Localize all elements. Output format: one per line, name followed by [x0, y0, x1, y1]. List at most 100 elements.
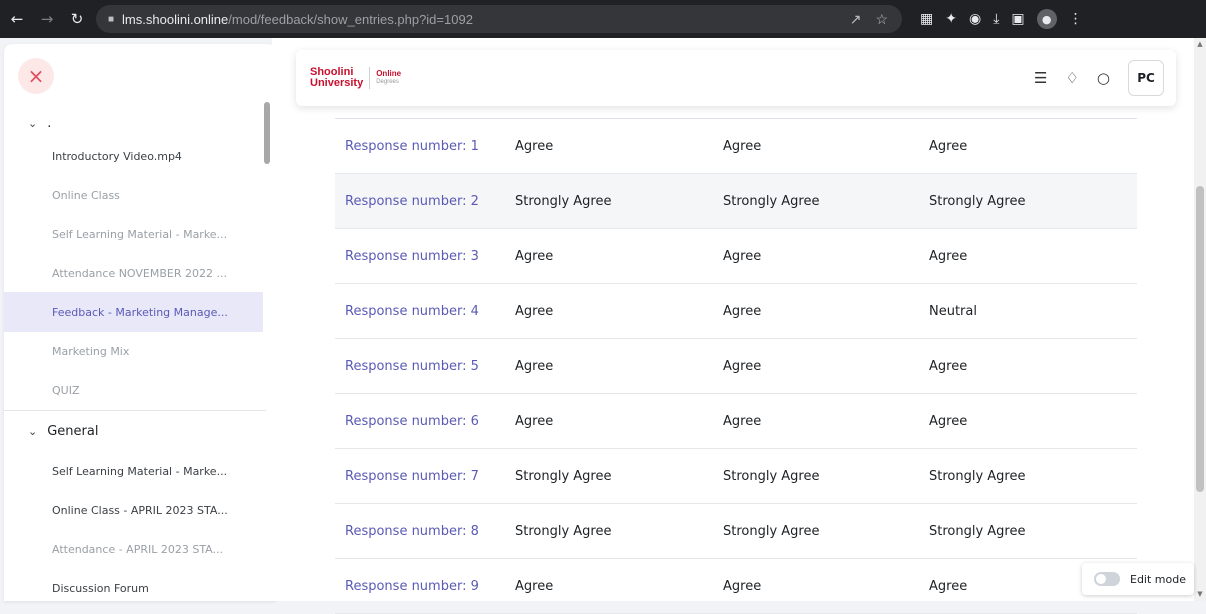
response-number-link[interactable]: Response number: 7: [335, 469, 515, 484]
response-answer-1: Strongly Agree: [515, 523, 612, 539]
edit-mode-toggle[interactable]: Edit mode: [1082, 563, 1194, 595]
response-answer-3: Agree: [929, 358, 968, 374]
site-logo[interactable]: Shoolini University Online Degrees: [310, 67, 401, 89]
drawer-item[interactable]: Introductory Video.mp4: [4, 136, 263, 176]
response-number-link[interactable]: Response number: 8: [335, 524, 515, 539]
response-answer-2: Agree: [723, 413, 762, 429]
response-answer-2: Strongly Agree: [723, 468, 820, 484]
response-answer-2: Strongly Agree: [723, 523, 820, 539]
response-answer-1: Agree: [515, 138, 554, 154]
drawer-item[interactable]: Marketing Mix: [4, 331, 263, 371]
top-navbar: Shoolini University Online Degrees ☰ ♢ ○…: [296, 50, 1176, 106]
chevron-down-icon: ⌄: [28, 117, 38, 130]
response-number-link[interactable]: Response number: 4: [335, 304, 515, 319]
section-title: .: [47, 116, 52, 131]
drawer-item[interactable]: Self Learning Material - Marke...: [4, 451, 263, 491]
table-row: Response number: 5 Agree Agree Agree: [335, 339, 1137, 394]
response-answer-1: Agree: [515, 303, 554, 319]
toggle-switch[interactable]: [1094, 572, 1120, 586]
reload-icon[interactable]: ↻: [64, 6, 90, 32]
drawer-item[interactable]: Attendance NOVEMBER 2022 ...: [4, 253, 263, 293]
response-answer-2: Strongly Agree: [723, 193, 820, 209]
response-answer-3: Strongly Agree: [929, 468, 1026, 484]
response-number-link[interactable]: Response number: 1: [335, 139, 515, 154]
table-row: Response number: 7 Strongly Agree Strongly…: [335, 449, 1137, 504]
response-answer-1: Agree: [515, 358, 554, 374]
logo-online-text: Online: [376, 69, 402, 78]
drawer-item[interactable]: Attendance - APRIL 2023 STA...: [4, 529, 263, 569]
drawer-item[interactable]: QUIZ: [4, 370, 263, 410]
response-answer-3: Agree: [929, 138, 968, 154]
extension-grid-icon[interactable]: ▦: [920, 11, 933, 27]
section-header-1[interactable]: ⌄ .: [4, 116, 266, 131]
response-number-link[interactable]: Response number: 5: [335, 359, 515, 374]
extension-circle-icon[interactable]: ◉: [969, 11, 981, 27]
back-arrow-icon[interactable]: ←: [4, 6, 30, 32]
course-index-drawer: × ⌄ . Introductory Video.mp4 Online Class…: [4, 44, 276, 601]
response-number-link[interactable]: Response number: 6: [335, 414, 515, 429]
table-row: Response number: 3 Agree Agree Agree: [335, 229, 1137, 284]
table-row: Response number: 6 Agree Agree Agree: [335, 394, 1137, 449]
url-path: /mod/feedback/show_entries.php?id=1092: [228, 11, 473, 27]
response-number-link[interactable]: Response number: 9: [335, 579, 515, 594]
response-answer-2: Agree: [723, 303, 762, 319]
close-icon: ×: [27, 64, 45, 88]
download-icon[interactable]: ⤓: [993, 11, 999, 27]
scroll-up-arrow-icon[interactable]: ▲: [1196, 40, 1204, 48]
response-answer-3: Agree: [929, 248, 968, 264]
response-answer-1: Agree: [515, 248, 554, 264]
logo-text-line: University: [310, 77, 364, 89]
browser-menu-icon[interactable]: ⋮: [1069, 11, 1083, 27]
section-title: General: [47, 424, 99, 439]
forward-arrow-icon[interactable]: →: [34, 6, 60, 32]
table-row: Response number: 9 Agree Agree Agree: [335, 559, 1137, 614]
response-number-link[interactable]: Response number: 2: [335, 194, 515, 209]
response-answer-2: Agree: [723, 138, 762, 154]
profile-icon[interactable]: ●: [1036, 9, 1057, 29]
address-bar[interactable]: ■ lms.shoolini.online /mod/feedback/show…: [96, 5, 902, 33]
lock-icon: ■: [108, 13, 115, 25]
response-answer-1: Strongly Agree: [515, 193, 612, 209]
browser-toolbar: ← → ↻ ■ lms.shoolini.online /mod/feedbac…: [0, 0, 1206, 38]
response-answer-2: Agree: [723, 358, 762, 374]
chevron-down-icon: ⌄: [28, 425, 38, 438]
response-answer-1: Agree: [515, 578, 554, 594]
notification-bell-icon[interactable]: ♢: [1065, 69, 1078, 87]
language-icon[interactable]: ☰: [1034, 69, 1047, 87]
logo-divider: [369, 67, 371, 89]
table-row: Response number: 2 Strongly Agree Strongly…: [335, 174, 1137, 229]
section-header-general[interactable]: ⌄ General: [4, 424, 266, 439]
table-row: Response number: 8 Strongly Agree Strongly…: [335, 504, 1137, 559]
side-panel-icon[interactable]: ▣: [1011, 11, 1024, 27]
response-answer-2: Agree: [723, 578, 762, 594]
response-answer-2: Agree: [723, 248, 762, 264]
user-avatar[interactable]: PC: [1128, 60, 1164, 96]
response-answer-3: Strongly Agree: [929, 193, 1026, 209]
response-answer-3: Neutral: [929, 303, 977, 319]
share-icon[interactable]: ↗: [850, 11, 862, 28]
messages-icon[interactable]: ○: [1097, 69, 1110, 87]
logo-degrees-text: Degrees: [376, 79, 399, 85]
responses-table: Response number: 1 Agree Agree Agree Respons…: [335, 118, 1137, 614]
drawer-item[interactable]: Discussion Forum: [4, 568, 263, 601]
table-row: Response number: 4 Agree Agree Neutral: [335, 284, 1137, 339]
response-answer-1: Strongly Agree: [515, 468, 612, 484]
url-host: lms.shoolini.online: [122, 11, 229, 27]
drawer-item[interactable]: Feedback - Marketing Manage...: [4, 292, 263, 332]
drawer-scrollbar[interactable]: [264, 102, 270, 164]
extensions-puzzle-icon[interactable]: ✦: [945, 11, 957, 27]
response-answer-3: Agree: [929, 413, 968, 429]
scroll-down-arrow-icon[interactable]: ▼: [1196, 590, 1204, 598]
page-scrollbar-thumb[interactable]: [1196, 186, 1204, 492]
response-number-link[interactable]: Response number: 3: [335, 249, 515, 264]
bookmark-star-icon[interactable]: ☆: [875, 11, 888, 28]
drawer-item[interactable]: Online Class - APRIL 2023 STA...: [4, 490, 263, 530]
drawer-item[interactable]: Self Learning Material - Marke...: [4, 214, 263, 254]
section-divider: [4, 410, 266, 411]
table-row: Response number: 1 Agree Agree Agree: [335, 119, 1137, 174]
edit-mode-label: Edit mode: [1130, 572, 1186, 586]
response-answer-1: Agree: [515, 413, 554, 429]
close-drawer-button[interactable]: ×: [18, 58, 54, 94]
drawer-item[interactable]: Online Class: [4, 175, 263, 215]
response-answer-3: Strongly Agree: [929, 523, 1026, 539]
